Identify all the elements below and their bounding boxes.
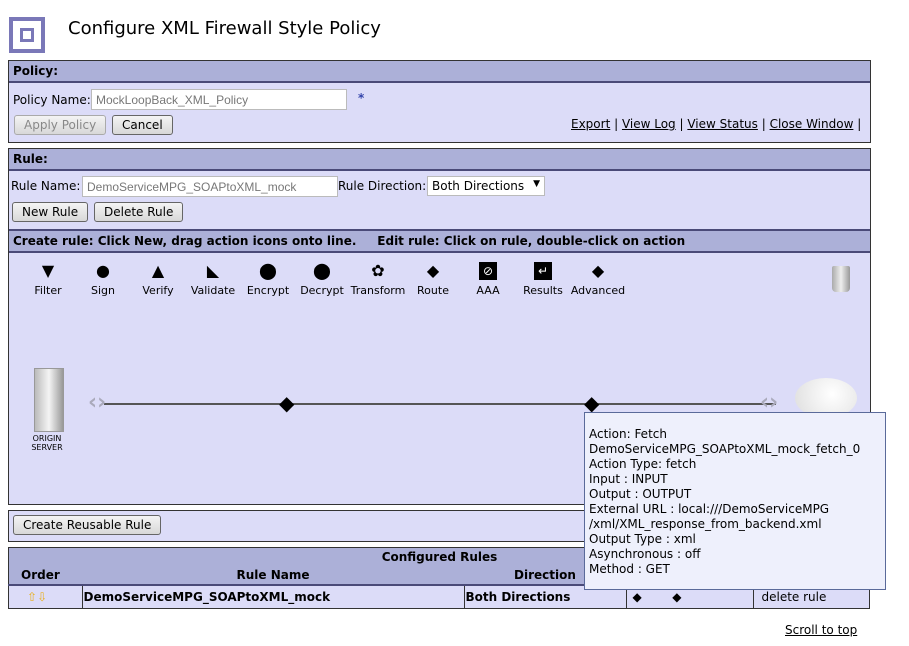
rule-direction-value: Both Directions (432, 179, 525, 193)
trash-icon[interactable] (832, 266, 850, 292)
action-label: Advanced (570, 284, 626, 297)
rule-name-cell[interactable]: DemoServiceMPG_SOAPtoXML_mock (82, 584, 465, 609)
action-label: Sign (91, 284, 115, 297)
rule-instructions: Create rule: Click New, drag action icon… (9, 229, 870, 253)
action-transform[interactable]: ✿ Transform (350, 261, 406, 298)
validate-icon: ◣ (206, 261, 220, 280)
action-sign[interactable]: ● Sign (75, 261, 131, 298)
results-icon: ↵ (534, 262, 552, 280)
rule-header: Rule: (9, 149, 870, 171)
scroll-to-top-link[interactable]: Scroll to top (785, 623, 857, 637)
col-rule-name: Rule Name (236, 568, 310, 582)
aaa-icon: ⊘ (479, 262, 497, 280)
action-advanced[interactable]: ◆ Advanced (570, 261, 626, 298)
route-icon: ◆ (426, 261, 440, 280)
action-results[interactable]: ↵ Results (515, 262, 571, 297)
action-label: Verify (142, 284, 174, 297)
col-order: Order (21, 568, 60, 582)
policy-name-label: Policy Name: (13, 93, 91, 107)
rule-line (104, 403, 776, 405)
action-filter[interactable]: ▼ Filter (20, 261, 76, 298)
delete-rule-button[interactable]: Delete Rule (94, 202, 184, 222)
action-label: Validate (190, 284, 236, 297)
policy-links: Export | View Log | View Status | Close … (571, 117, 862, 131)
action-tooltip: Action: Fetch DemoServiceMPG_SOAPtoXML_mo… (584, 412, 886, 590)
app-logo (9, 17, 45, 53)
action-label: Results (523, 284, 563, 297)
required-marker: * (358, 91, 365, 105)
rule-name-input[interactable] (82, 176, 338, 197)
origin-server-icon (34, 368, 64, 432)
apply-policy-button[interactable]: Apply Policy (14, 115, 107, 135)
rule-direction-label: Rule Direction: (338, 179, 427, 193)
action-label: AAA (476, 284, 500, 297)
policy-header: Policy: (9, 61, 870, 83)
action-label: Filter (34, 284, 62, 297)
view-status-link[interactable]: View Status (687, 117, 758, 131)
fetch-action-node[interactable]: ◆ (584, 393, 599, 413)
action-route[interactable]: ◆ Route (405, 261, 461, 298)
advanced-icon: ◆ (591, 261, 605, 280)
export-link[interactable]: Export (571, 117, 610, 131)
action-aaa[interactable]: ⊘ AAA (460, 262, 516, 297)
encrypt-icon: ⬤ (259, 261, 277, 280)
filter-action-icon: ◆ (632, 589, 642, 604)
action-label: Encrypt (246, 284, 290, 297)
action-label: Transform (350, 284, 406, 297)
policy-name-input[interactable] (91, 89, 347, 110)
fetch-action-icon: ◆ (672, 589, 682, 604)
action-label: Route (417, 284, 449, 297)
action-validate[interactable]: ◣ Validate (185, 261, 241, 298)
rule-name-label: Rule Name: (11, 179, 81, 193)
rule-direction-select[interactable]: Both Directions ▼ (427, 176, 545, 196)
move-up-icon[interactable]: ⇧ (27, 590, 37, 604)
transform-icon: ✿ (371, 261, 385, 280)
view-log-link[interactable]: View Log (622, 117, 676, 131)
create-reusable-rule-button[interactable]: Create Reusable Rule (13, 515, 162, 535)
action-verify[interactable]: ▲ Verify (130, 261, 186, 298)
action-encrypt[interactable]: ⬤ Encrypt (240, 261, 296, 298)
close-window-link[interactable]: Close Window (770, 117, 854, 131)
sign-icon: ● (96, 261, 110, 280)
action-label: Decrypt (300, 284, 344, 297)
filter-icon: ▼ (41, 261, 55, 280)
order-arrows: ⇧⇩ (8, 584, 83, 609)
filter-action-node[interactable]: ◆ (279, 393, 294, 413)
origin-server-label: ORIGIN SERVER (31, 434, 63, 452)
rule-start-icon: ‹› (88, 390, 107, 415)
new-rule-button[interactable]: New Rule (12, 202, 89, 222)
chevron-down-icon: ▼ (533, 179, 540, 189)
verify-icon: ▲ (151, 261, 165, 280)
decrypt-icon: ⬤ (313, 261, 331, 280)
cancel-button[interactable]: Cancel (112, 115, 173, 135)
move-down-icon[interactable]: ⇩ (37, 590, 47, 604)
page-title: Configure XML Firewall Style Policy (68, 18, 381, 39)
action-decrypt[interactable]: ⬤ Decrypt (294, 261, 350, 298)
